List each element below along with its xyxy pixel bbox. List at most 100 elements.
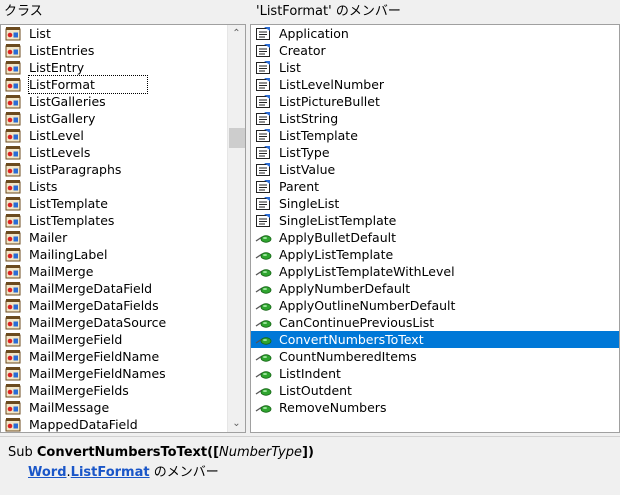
class-icon <box>5 213 22 228</box>
member-of-text: のメンバー <box>149 465 219 480</box>
class-item-label: ListEntry <box>29 60 85 75</box>
member-item-apply-list-template[interactable]: ApplyListTemplate <box>251 246 619 263</box>
param-close: ]) <box>302 445 314 460</box>
member-item-apply-number-default[interactable]: ApplyNumberDefault <box>251 280 619 297</box>
class-icon <box>5 43 22 58</box>
scrollbar-thumb[interactable] <box>229 128 245 148</box>
member-item-list-value[interactable]: ListValue <box>251 161 619 178</box>
member-item-apply-list-template-with-level[interactable]: ApplyListTemplateWithLevel <box>251 263 619 280</box>
member-item-apply-outline-number-default[interactable]: ApplyOutlineNumberDefault <box>251 297 619 314</box>
method-icon <box>255 400 272 415</box>
member-item-label: ListValue <box>279 162 336 177</box>
class-item-label: ListGalleries <box>29 94 106 109</box>
class-item-mail-merge[interactable]: MailMerge <box>1 263 245 280</box>
member-item-convert-numbers-to-text[interactable]: ConvertNumbersToText <box>251 331 619 348</box>
class-item-mapped-data-field[interactable]: MappedDataField <box>1 416 245 432</box>
class-item-list-templates[interactable]: ListTemplates <box>1 212 245 229</box>
property-icon <box>255 94 272 109</box>
class-item-label: ListParagraphs <box>29 162 122 177</box>
class-item-list[interactable]: List <box>1 25 245 42</box>
class-icon <box>5 111 22 126</box>
member-item-count-numbered-items[interactable]: CountNumberedItems <box>251 348 619 365</box>
member-item-label: ListLevelNumber <box>279 77 385 92</box>
class-item-list-format[interactable]: ListFormat <box>1 75 245 94</box>
class-item-mail-merge-field-names[interactable]: MailMergeFieldNames <box>1 365 245 382</box>
method-icon <box>255 332 272 347</box>
members-list[interactable]: Application Creator List ListLevelNumber… <box>250 24 620 433</box>
method-icon <box>255 281 272 296</box>
class-icon <box>5 366 22 381</box>
class-link[interactable]: ListFormat <box>71 465 150 480</box>
class-item-list-galleries[interactable]: ListGalleries <box>1 93 245 110</box>
classes-scrollbar[interactable]: ⌃ ⌄ <box>227 25 245 432</box>
scroll-up-icon[interactable]: ⌃ <box>228 25 245 42</box>
member-item-list-level-number[interactable]: ListLevelNumber <box>251 76 619 93</box>
class-item-list-paragraphs[interactable]: ListParagraphs <box>1 161 245 178</box>
class-item-mail-merge-data-source[interactable]: MailMergeDataSource <box>1 314 245 331</box>
member-item-list-type[interactable]: ListType <box>251 144 619 161</box>
class-icon <box>5 128 22 143</box>
member-item-creator[interactable]: Creator <box>251 42 619 59</box>
member-item-label: SingleListTemplate <box>279 213 397 228</box>
class-item-lists[interactable]: Lists <box>1 178 245 195</box>
member-item-list-outdent[interactable]: ListOutdent <box>251 382 619 399</box>
member-item-remove-numbers[interactable]: RemoveNumbers <box>251 399 619 416</box>
class-icon <box>5 315 22 330</box>
class-item-label: ListLevels <box>29 145 91 160</box>
param-name: NumberType <box>219 445 302 460</box>
class-item-mailing-label[interactable]: MailingLabel <box>1 246 245 263</box>
member-item-label: ListString <box>279 111 339 126</box>
property-icon <box>255 213 272 228</box>
class-icon <box>5 162 22 177</box>
class-icon <box>5 332 22 347</box>
class-item-mail-message[interactable]: MailMessage <box>1 399 245 416</box>
class-item-mailer[interactable]: Mailer <box>1 229 245 246</box>
library-link[interactable]: Word <box>28 465 67 480</box>
member-item-list[interactable]: List <box>251 59 619 76</box>
member-item-list-indent[interactable]: ListIndent <box>251 365 619 382</box>
class-item-label: ListTemplate <box>29 196 108 211</box>
class-item-mail-merge-fields[interactable]: MailMergeFields <box>1 382 245 399</box>
method-icon <box>255 230 272 245</box>
class-item-list-entry[interactable]: ListEntry <box>1 59 245 76</box>
method-icon <box>255 349 272 364</box>
classes-header: クラス <box>0 0 245 24</box>
class-icon <box>5 230 22 245</box>
member-item-apply-bullet-default[interactable]: ApplyBulletDefault <box>251 229 619 246</box>
class-item-list-entries[interactable]: ListEntries <box>1 42 245 59</box>
scroll-down-icon[interactable]: ⌄ <box>228 415 245 432</box>
class-item-list-level[interactable]: ListLevel <box>1 127 245 144</box>
class-item-label: MailMergeDataField <box>29 281 153 296</box>
class-item-label: MailMerge <box>29 264 94 279</box>
class-icon <box>5 77 22 92</box>
class-item-list-template[interactable]: ListTemplate <box>1 195 245 212</box>
class-item-mail-merge-field[interactable]: MailMergeField <box>1 331 245 348</box>
class-item-mail-merge-data-field[interactable]: MailMergeDataField <box>1 280 245 297</box>
members-header: 'ListFormat' のメンバー <box>252 0 620 24</box>
member-item-single-list[interactable]: SingleList <box>251 195 619 212</box>
member-item-single-list-template[interactable]: SingleListTemplate <box>251 212 619 229</box>
class-item-label: MailMergeField <box>29 332 123 347</box>
property-icon <box>255 196 272 211</box>
details-pane: Sub ConvertNumbersToText([NumberType]) W… <box>0 436 620 495</box>
member-item-label: ApplyListTemplateWithLevel <box>279 264 455 279</box>
classes-list[interactable]: List ListEntries ListEntry ListFormat Li… <box>0 24 246 433</box>
class-item-label: Mailer <box>29 230 68 245</box>
class-item-mail-merge-data-fields[interactable]: MailMergeDataFields <box>1 297 245 314</box>
member-item-list-string[interactable]: ListString <box>251 110 619 127</box>
class-item-mail-merge-field-name[interactable]: MailMergeFieldName <box>1 348 245 365</box>
property-icon <box>255 179 272 194</box>
member-item-label: ApplyBulletDefault <box>279 230 396 245</box>
property-icon <box>255 111 272 126</box>
class-item-list-levels[interactable]: ListLevels <box>1 144 245 161</box>
member-item-can-continue-previous-list[interactable]: CanContinuePreviousList <box>251 314 619 331</box>
property-icon <box>255 162 272 177</box>
class-icon <box>5 264 22 279</box>
member-item-parent[interactable]: Parent <box>251 178 619 195</box>
member-item-list-picture-bullet[interactable]: ListPictureBullet <box>251 93 619 110</box>
member-item-application[interactable]: Application <box>251 25 619 42</box>
class-item-list-gallery[interactable]: ListGallery <box>1 110 245 127</box>
method-icon <box>255 298 272 313</box>
member-item-list-template[interactable]: ListTemplate <box>251 127 619 144</box>
class-icon <box>5 179 22 194</box>
